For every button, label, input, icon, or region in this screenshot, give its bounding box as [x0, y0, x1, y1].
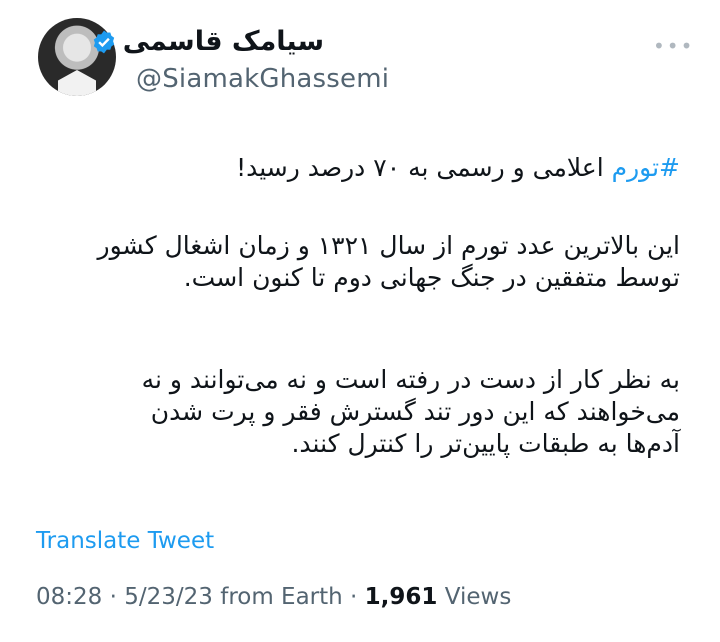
tweet-text-line: توسط متفقین در جنگ جهانی دوم تا کنون است…	[183, 263, 680, 292]
hashtag-link[interactable]: #تورم	[612, 153, 680, 182]
author-display-name[interactable]: سیامک قاسمی	[123, 26, 324, 57]
tweet-text-line: به نظر کار از دست در رفته است و نه می‌تو…	[141, 365, 680, 394]
verified-badge-icon	[93, 30, 114, 53]
tweet-date[interactable]: 5/23/23	[124, 584, 213, 610]
more-options-icon[interactable]: •••	[653, 34, 694, 58]
tweet-line-1: #تورم اعلامی و رسمی به ۷۰ درصد رسید!	[40, 152, 680, 184]
tweet-line-1-text: اعلامی و رسمی به ۷۰ درصد رسید!	[236, 153, 612, 182]
tweet-source: from Earth	[220, 584, 343, 610]
tweet-time[interactable]: 08:28	[36, 584, 102, 610]
views-label: Views	[444, 584, 512, 610]
tweet-meta: 08:28 · 5/23/23 from Earth · 1,961 Views	[36, 584, 512, 610]
avatar-shirt	[58, 70, 96, 96]
translate-tweet-link[interactable]: Translate Tweet	[36, 528, 214, 554]
views-count: 1,961	[364, 584, 438, 610]
tweet-text-line: این بالاترین عدد تورم از سال ۱۳۲۱ و زمان…	[97, 231, 681, 260]
author-handle[interactable]: @SiamakGhassemi	[136, 64, 389, 94]
tweet-text-line: می‌خواهند که این دور تند گسترش فقر و پرت…	[150, 397, 680, 426]
tweet-paragraph-3: به نظر کار از دست در رفته است و نه می‌تو…	[40, 364, 680, 460]
tweet-paragraph-2: این بالاترین عدد تورم از سال ۱۳۲۱ و زمان…	[40, 230, 681, 294]
tweet-text-line: آدم‌ها به طبقات پایین‌تر را کنترل کنند.	[291, 429, 680, 458]
author-name-row: سیامک قاسمی	[91, 26, 324, 57]
